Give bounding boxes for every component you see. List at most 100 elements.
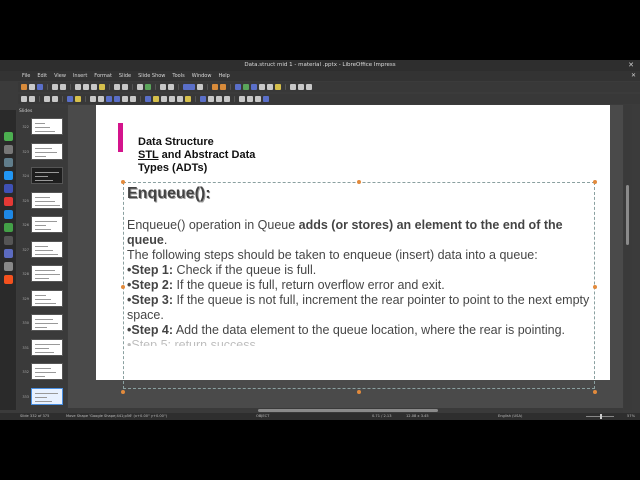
fontwork-icon[interactable] (275, 84, 281, 90)
fontwork-text-icon[interactable] (52, 96, 58, 102)
chart-icon[interactable] (251, 84, 257, 90)
menu-tools[interactable]: Tools (172, 71, 184, 81)
menu-format[interactable]: Format (94, 71, 112, 81)
settings-icon[interactable] (3, 236, 13, 245)
open-icon[interactable] (29, 84, 35, 90)
slide-thumbnail-preview[interactable] (31, 363, 63, 380)
display-views-icon[interactable] (183, 84, 195, 90)
files-icon[interactable] (3, 158, 13, 167)
slide-thumbnail-preview[interactable] (31, 167, 63, 184)
start-slideshow-icon[interactable] (212, 84, 218, 90)
status-zoom[interactable]: 57% (627, 413, 635, 420)
image-icon[interactable] (243, 84, 249, 90)
animation-icon[interactable] (298, 84, 304, 90)
app-launcher-icon[interactable] (3, 132, 13, 141)
slide-thumbnail[interactable]: 325 (18, 191, 66, 211)
menu-window[interactable]: Window (192, 71, 212, 81)
resize-handle[interactable] (357, 390, 361, 394)
slide-thumbnail[interactable]: 332 (18, 362, 66, 382)
redo-icon[interactable] (122, 84, 128, 90)
select-icon[interactable] (21, 96, 27, 102)
cut-icon[interactable] (75, 84, 81, 90)
slide-thumbnail-preview[interactable] (31, 314, 63, 331)
vscode-icon[interactable] (3, 171, 13, 180)
helplines-icon[interactable] (168, 84, 174, 90)
rectangle-icon[interactable] (106, 96, 112, 102)
slide-thumbnail-preview[interactable] (31, 191, 63, 209)
status-language[interactable]: English (USA) (498, 413, 522, 420)
clone-formatting-icon[interactable] (99, 84, 105, 90)
slide-thumbnail-preview[interactable] (31, 118, 63, 135)
menu-view[interactable]: View (54, 71, 66, 81)
vertical-scrollbar[interactable] (624, 105, 632, 410)
menu-insert[interactable]: Insert (73, 71, 87, 81)
ellipse-icon[interactable] (114, 96, 120, 102)
slide-thumbnail-preview[interactable] (31, 289, 63, 307)
menu-help[interactable]: Help (218, 71, 229, 81)
slide-thumbnail[interactable]: 328 (18, 264, 66, 284)
menu-slide-show[interactable]: Slide Show (138, 71, 165, 81)
export-pdf-icon[interactable] (52, 84, 58, 90)
chat-icon[interactable] (3, 184, 13, 193)
slide-heading[interactable]: Data Structure STL and Abstract Data Typ… (138, 136, 255, 175)
master-slide-icon[interactable] (197, 84, 203, 90)
slide-thumbnail-preview[interactable] (31, 142, 63, 160)
telegram-icon[interactable] (3, 210, 13, 219)
align-icon[interactable] (216, 96, 222, 102)
slide-thumbnail[interactable]: 322 (18, 117, 66, 137)
slide-thumbnail[interactable]: 327 (18, 240, 66, 260)
window-close-icon[interactable]: ✕ (628, 60, 634, 71)
grid-icon[interactable] (160, 84, 166, 90)
resize-handle[interactable] (593, 285, 597, 289)
rotate-icon[interactable] (208, 96, 214, 102)
discord-icon[interactable] (3, 249, 13, 258)
line-color-icon[interactable] (67, 96, 73, 102)
text-editor-icon[interactable] (3, 262, 13, 271)
menu-file[interactable]: File (22, 71, 30, 81)
resize-handle[interactable] (121, 390, 125, 394)
resize-handle[interactable] (593, 390, 597, 394)
zoom-pan-icon[interactable] (29, 96, 35, 102)
textbox-icon[interactable] (259, 84, 265, 90)
resize-handle[interactable] (121, 180, 125, 184)
shadow-icon[interactable] (239, 96, 245, 102)
slide-thumbnail-preview[interactable] (31, 387, 63, 405)
start-current-slide-icon[interactable] (220, 84, 226, 90)
slide-thumbnail-preview[interactable] (31, 265, 63, 282)
stars-icon[interactable] (185, 96, 191, 102)
save-icon[interactable] (37, 84, 43, 90)
show-draw-functions-icon[interactable] (306, 84, 312, 90)
find-replace-icon[interactable] (137, 84, 143, 90)
document-close-icon[interactable]: ✕ (631, 71, 636, 81)
chrome-icon[interactable] (3, 197, 13, 206)
basic-shapes-icon[interactable] (145, 96, 151, 102)
table-icon[interactable] (235, 84, 241, 90)
slide-thumbnail[interactable]: 331 (18, 338, 66, 358)
undo-icon[interactable] (114, 84, 120, 90)
copy-icon[interactable] (83, 84, 89, 90)
callouts-icon[interactable] (177, 96, 183, 102)
zoom-slider-knob[interactable] (600, 414, 602, 419)
menu-edit[interactable]: Edit (37, 71, 47, 81)
connector-icon[interactable] (130, 96, 136, 102)
slide-body-text[interactable]: Enqueue(): Enqueue() operation in Queue … (127, 184, 592, 346)
slide-thumbnail-preview[interactable] (31, 216, 63, 233)
extrusion-icon[interactable] (263, 96, 269, 102)
symbol-shapes-icon[interactable] (153, 96, 159, 102)
3d-objects-icon[interactable] (200, 96, 206, 102)
filter-icon[interactable] (255, 96, 261, 102)
new-document-icon[interactable] (21, 84, 27, 90)
fill-color-icon[interactable] (75, 96, 81, 102)
resize-handle[interactable] (121, 285, 125, 289)
horizontal-scrollbar-thumb[interactable] (258, 409, 438, 412)
resize-handle[interactable] (593, 180, 597, 184)
vertical-scrollbar-thumb[interactable] (626, 185, 629, 245)
slide-thumbnail[interactable]: 323 (18, 142, 66, 162)
slide-thumbnail[interactable]: 324 (18, 166, 66, 186)
special-character-icon[interactable] (267, 84, 273, 90)
slide-thumbnail-preview[interactable] (31, 240, 63, 258)
arrow-icon[interactable] (98, 96, 104, 102)
print-icon[interactable] (60, 84, 66, 90)
terminal-icon[interactable] (3, 145, 13, 154)
slide-thumbnail[interactable]: 330 (18, 313, 66, 333)
